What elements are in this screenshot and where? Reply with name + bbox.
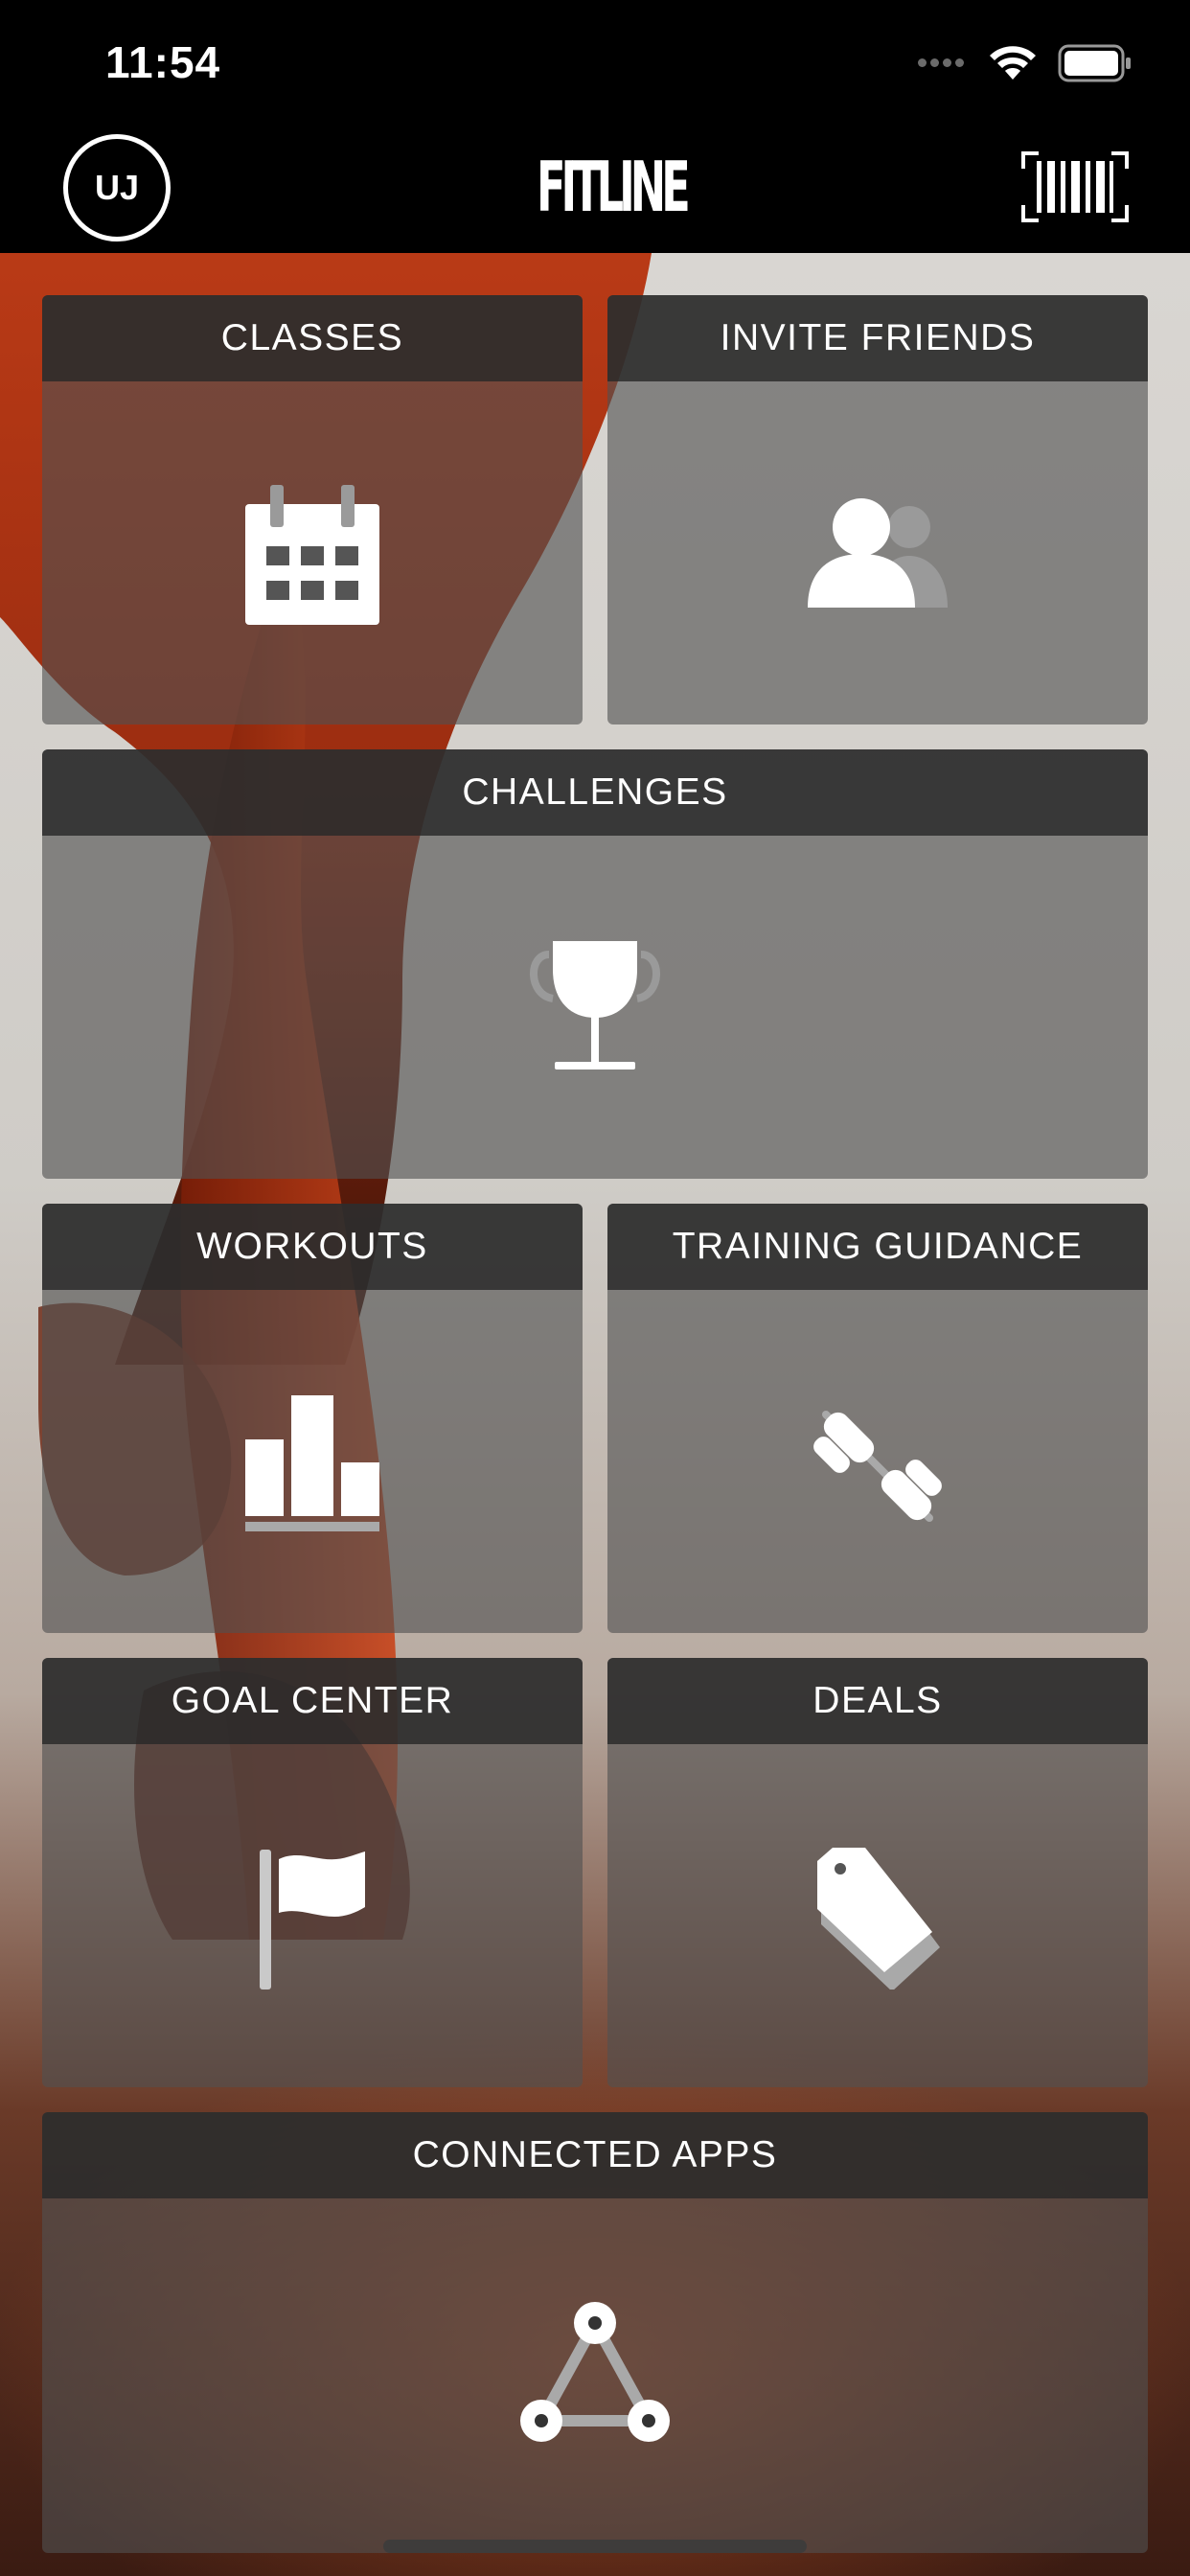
- wifi-icon: [990, 46, 1036, 80]
- trophy-icon: [530, 941, 660, 1070]
- tile-invite-friends[interactable]: INVITE FRIENDS: [607, 295, 1148, 724]
- tile-invite-friends-label: INVITE FRIENDS: [607, 295, 1148, 381]
- tile-workouts[interactable]: WORKOUTS: [42, 1204, 583, 1633]
- tile-goal-center[interactable]: GOAL CENTER: [42, 1658, 583, 2087]
- calendar-icon: [245, 485, 379, 625]
- tile-connected-apps-label: CONNECTED APPS: [42, 2112, 1148, 2198]
- flag-icon: [260, 1850, 365, 1990]
- nav-bar: UJ FITLINE: [0, 134, 1190, 253]
- connected-nodes-icon: [520, 2302, 670, 2442]
- cellular-signal-icon: [918, 55, 968, 72]
- status-icons: [918, 44, 1133, 82]
- tile-goal-center-label: GOAL CENTER: [42, 1658, 583, 1744]
- tile-challenges-label: CHALLENGES: [42, 749, 1148, 836]
- avatar-initials: UJ: [94, 168, 140, 207]
- tile-challenges[interactable]: CHALLENGES: [42, 749, 1148, 1179]
- logo-text: FITLINE: [537, 147, 691, 227]
- barcode-scan-button[interactable]: [1021, 151, 1129, 222]
- battery-icon: [1058, 44, 1131, 82]
- tile-classes[interactable]: CLASSES: [42, 295, 583, 724]
- tile-workouts-label: WORKOUTS: [42, 1204, 583, 1290]
- profile-avatar-button[interactable]: UJ: [63, 134, 171, 242]
- tile-deals[interactable]: DEALS: [607, 1658, 1148, 2087]
- tile-deals-label: DEALS: [607, 1658, 1148, 1744]
- home-indicator[interactable]: [383, 2540, 807, 2553]
- home-screen: 11:54 UJ FITLINE CLASSES INVITE FRIENDS …: [0, 0, 1190, 2576]
- tag-icon: [817, 1848, 940, 1990]
- status-time: 11:54: [105, 37, 221, 87]
- tile-training-guidance[interactable]: TRAINING GUIDANCE: [607, 1204, 1148, 1633]
- people-icon: [808, 498, 948, 608]
- tile-classes-label: CLASSES: [42, 295, 583, 381]
- tile-connected-apps[interactable]: CONNECTED APPS: [42, 2112, 1148, 2553]
- dumbbell-icon: [813, 1411, 942, 1522]
- status-bar: 11:54: [0, 0, 1190, 134]
- bar-chart-icon: [245, 1395, 379, 1531]
- tile-training-guidance-label: TRAINING GUIDANCE: [607, 1204, 1148, 1290]
- fitline-logo: FITLINE: [537, 144, 691, 230]
